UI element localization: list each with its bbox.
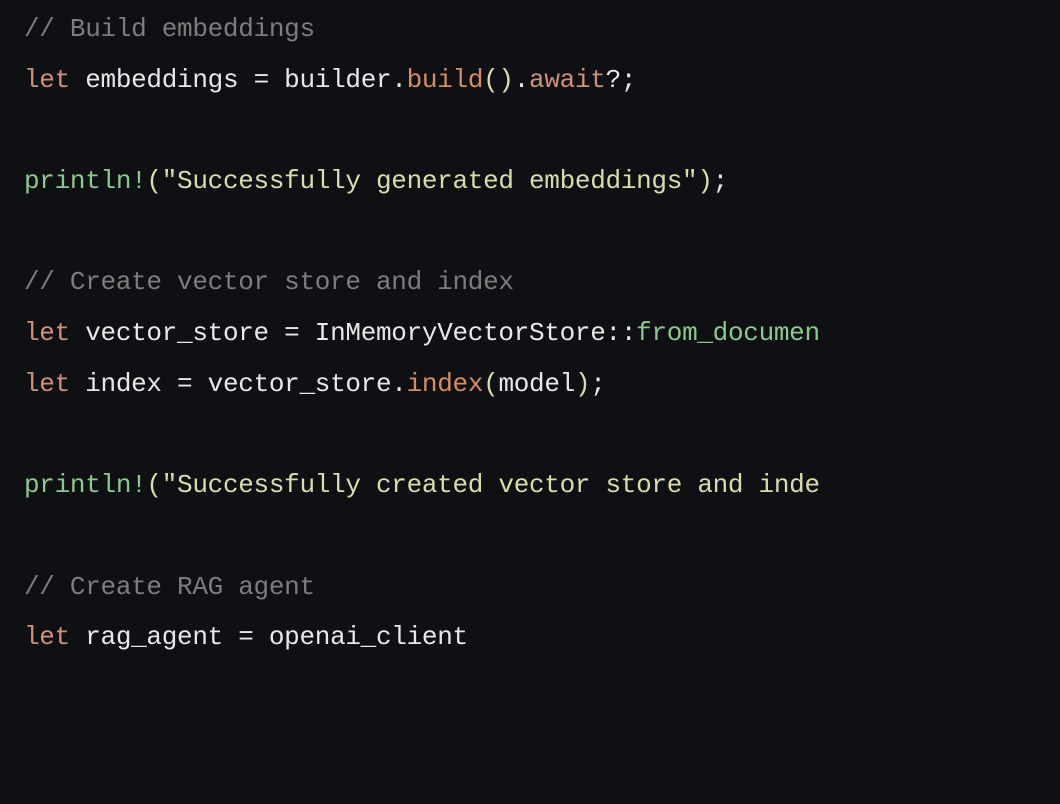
identifier: vector_store [70, 318, 284, 348]
punct-dot: . [514, 65, 529, 95]
string-literal: "Successfully generated embeddings" [162, 166, 698, 196]
operator-eq: = [177, 369, 192, 399]
identifier: index [70, 369, 177, 399]
paren-close: ) [697, 166, 712, 196]
punct-semi: ; [621, 65, 636, 95]
punct-semi: ; [713, 166, 728, 196]
string-literal: "Successfully created vector store and i… [162, 470, 820, 500]
method-call: index [407, 369, 484, 399]
keyword-let: let [24, 369, 70, 399]
keyword-let: let [24, 65, 70, 95]
method-call: build [407, 65, 484, 95]
static-method: from_documen [636, 318, 820, 348]
operator-eq: = [238, 622, 253, 652]
paren-open: ( [146, 166, 161, 196]
keyword-let: let [24, 318, 70, 348]
punct-qmark: ? [606, 65, 621, 95]
comment-line: // Create vector store and index [24, 267, 514, 297]
identifier: embeddings [70, 65, 254, 95]
operator-eq: = [284, 318, 299, 348]
keyword-await: await [529, 65, 606, 95]
identifier: builder [269, 65, 391, 95]
paren-close: ) [575, 369, 590, 399]
macro-call: println! [24, 166, 146, 196]
operator-eq: = [254, 65, 269, 95]
punct-dot: . [391, 65, 406, 95]
identifier: rag_agent [70, 622, 238, 652]
punct-semi: ; [590, 369, 605, 399]
identifier: vector_store [192, 369, 391, 399]
paren-open: ( [146, 470, 161, 500]
parens: () [483, 65, 514, 95]
punct-dot: . [391, 369, 406, 399]
identifier: openai_client [254, 622, 468, 652]
argument: model [498, 369, 575, 399]
code-block: // Build embeddings let embeddings = bui… [0, 0, 1060, 663]
keyword-let: let [24, 622, 70, 652]
punct-colons: :: [606, 318, 637, 348]
type-name: InMemoryVectorStore [299, 318, 605, 348]
macro-call: println! [24, 470, 146, 500]
paren-open: ( [483, 369, 498, 399]
comment-line: // Build embeddings [24, 14, 315, 44]
comment-line: // Create RAG agent [24, 572, 315, 602]
